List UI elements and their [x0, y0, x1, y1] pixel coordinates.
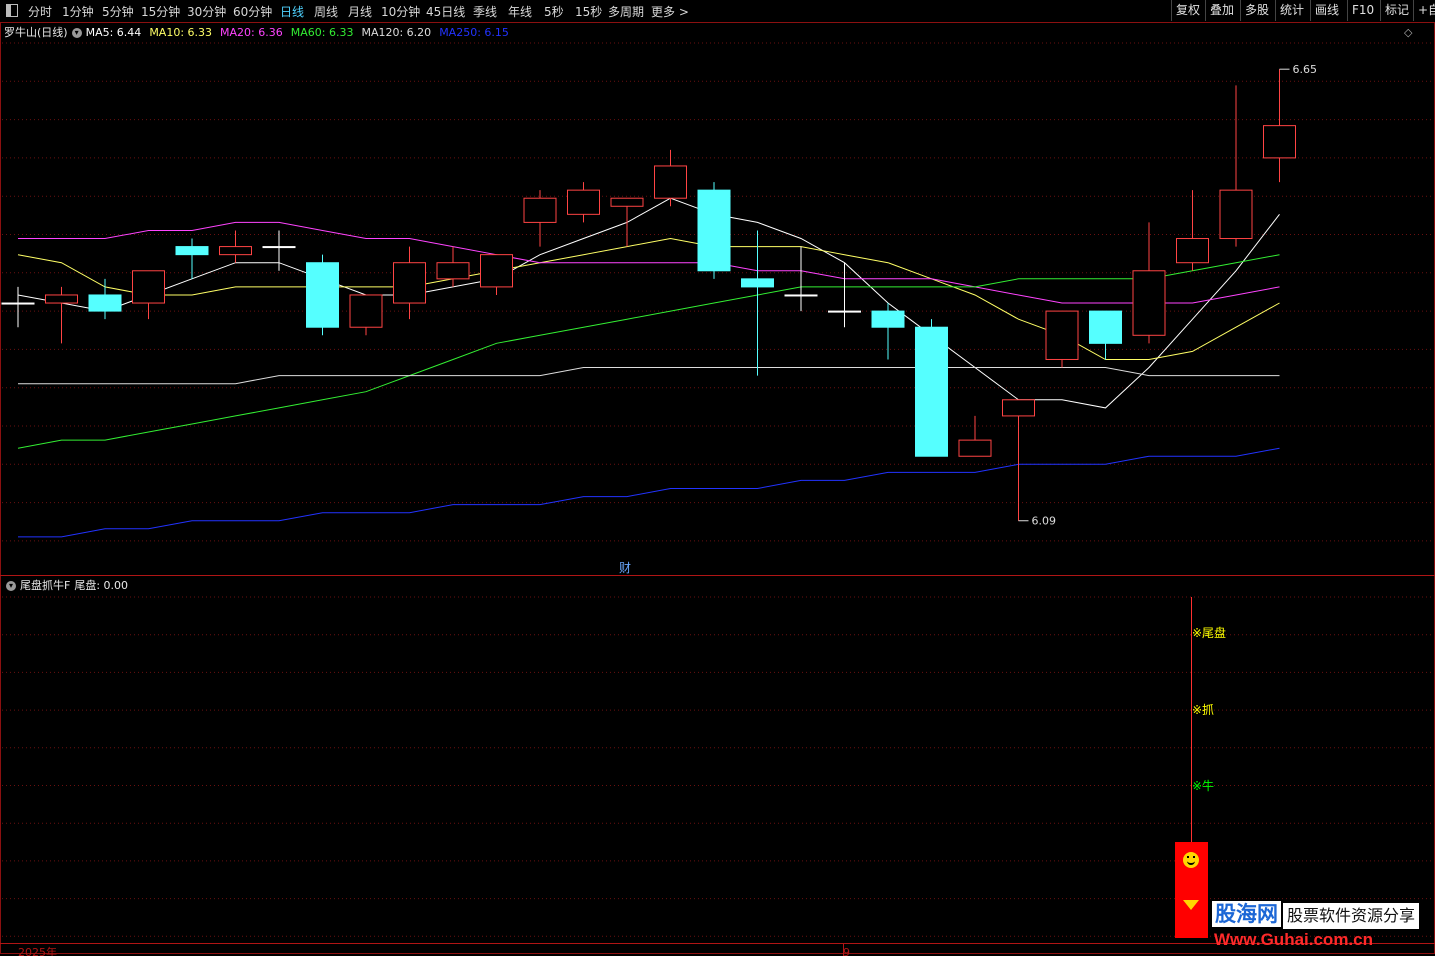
candle-body	[45, 294, 78, 304]
signal-label-1: ※抓	[1192, 703, 1214, 717]
candle-body	[175, 246, 209, 256]
candle-body	[1132, 270, 1166, 336]
candle-body	[132, 270, 165, 304]
candle-body	[219, 246, 252, 256]
candle-body	[1045, 310, 1079, 360]
watermark-url: Www.Guhai.com.cn	[1214, 930, 1373, 949]
candle-body	[480, 254, 513, 288]
watermark-tagline: 股票软件资源分享	[1283, 903, 1420, 929]
candle-body	[1002, 399, 1035, 417]
candle-body	[1263, 125, 1296, 159]
candle-body	[1219, 189, 1253, 240]
low-price-label: 6.09	[1032, 515, 1057, 528]
candle-body	[1, 302, 35, 305]
candle-body	[1089, 310, 1122, 344]
ma-line-ma250	[18, 447, 1280, 538]
finance-marker: 财	[619, 561, 631, 575]
kline-chart[interactable]: 6.65 6.09 财 ※尾盘 ※抓 ※牛 2025年 9	[0, 0, 1435, 956]
signal-label-2: ※牛	[1192, 778, 1214, 793]
diamond-signal-icon	[1183, 900, 1199, 910]
smiley-icon	[1183, 852, 1199, 868]
candle-body	[610, 197, 644, 207]
year-axis-label: 2025年	[18, 945, 57, 956]
candle-body	[741, 278, 774, 288]
candle-body	[871, 310, 905, 328]
candle-body	[523, 197, 557, 223]
candle-body	[828, 310, 861, 313]
candle-body	[915, 326, 948, 457]
signal-label-0: ※尾盘	[1192, 625, 1226, 640]
candle-body	[958, 439, 992, 457]
candle-body	[393, 262, 426, 304]
watermark-logo: 股海网	[1212, 901, 1281, 927]
candle-body	[1176, 238, 1209, 264]
candle-body	[436, 262, 470, 280]
candle-body	[654, 165, 687, 199]
high-price-label: 6.65	[1293, 63, 1318, 76]
signal-box	[1175, 842, 1208, 938]
candle-body	[88, 294, 122, 312]
candle-body	[349, 294, 383, 328]
candle-body	[784, 294, 818, 297]
ma-line-ma120	[18, 367, 1280, 385]
candle-body	[697, 189, 731, 272]
candle-body	[306, 262, 339, 328]
candle-body	[262, 246, 296, 249]
month-axis-label: 9	[843, 946, 850, 956]
candle-body	[567, 189, 600, 215]
watermark: 股海网 股票软件资源分享	[1212, 901, 1420, 929]
